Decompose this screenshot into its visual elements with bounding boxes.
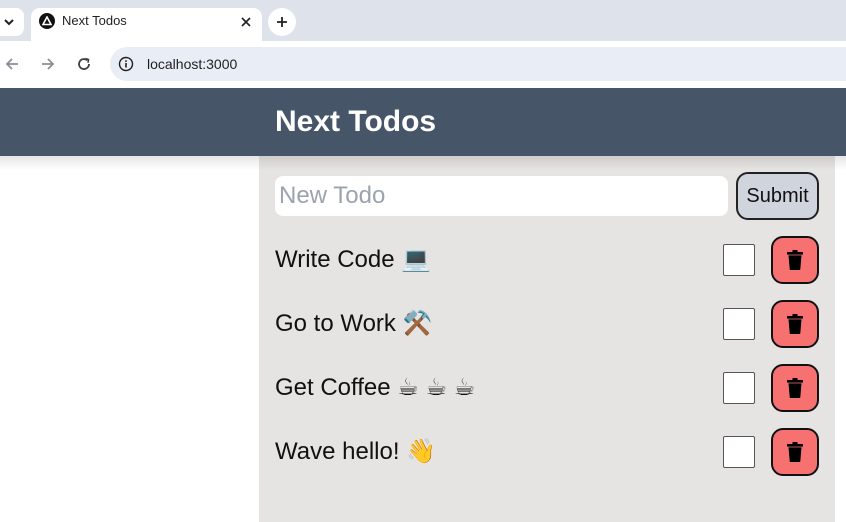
todo-text: Wave hello! 👋 — [275, 438, 437, 465]
trash-icon — [787, 250, 803, 270]
todo-text: Go to Work ⚒️ — [275, 310, 433, 337]
submit-button[interactable]: Submit — [736, 172, 819, 220]
todo-item: Write Code 💻 — [275, 236, 819, 284]
tab-title: Next Todos — [62, 13, 127, 28]
page-title: Next Todos — [275, 105, 437, 138]
arrow-left-icon — [5, 58, 18, 70]
trash-icon — [787, 314, 803, 334]
delete-todo-button[interactable] — [771, 428, 819, 476]
todo-checkbox[interactable] — [723, 308, 755, 340]
todo-text: Get Coffee ☕ ☕ ☕ — [275, 374, 476, 401]
todo-checkbox[interactable] — [723, 436, 755, 468]
reload-icon — [78, 57, 90, 70]
plus-icon — [277, 17, 287, 27]
app-header: Next Todos — [0, 88, 846, 156]
delete-todo-button[interactable] — [771, 300, 819, 348]
todo-item: Get Coffee ☕ ☕ ☕ — [275, 364, 819, 412]
new-todo-input[interactable] — [275, 176, 728, 216]
browser-toolbar: localhost:3000 — [0, 41, 846, 87]
site-info-icon[interactable] — [118, 56, 134, 72]
delete-todo-button[interactable] — [771, 236, 819, 284]
todo-item: Go to Work ⚒️ — [275, 300, 819, 348]
url-text: localhost:3000 — [147, 56, 238, 72]
trash-icon — [787, 442, 803, 462]
close-tab-icon[interactable] — [236, 12, 256, 32]
delete-todo-button[interactable] — [771, 364, 819, 412]
reload-button[interactable] — [72, 52, 96, 76]
nextjs-favicon-icon — [39, 13, 55, 29]
todo-checkbox[interactable] — [723, 244, 755, 276]
trash-icon — [787, 378, 803, 398]
todo-text: Write Code 💻 — [275, 246, 432, 273]
tab-search-button[interactable] — [0, 8, 24, 36]
forward-button[interactable] — [36, 52, 60, 76]
address-bar[interactable]: localhost:3000 — [110, 47, 846, 81]
new-tab-button[interactable] — [268, 8, 296, 36]
browser-tab[interactable]: Next Todos — [31, 8, 262, 41]
todo-item: Wave hello! 👋 — [275, 428, 819, 476]
arrow-right-icon — [42, 58, 55, 70]
todo-checkbox[interactable] — [723, 372, 755, 404]
browser-tabstrip: Next Todos — [0, 0, 846, 41]
back-button[interactable] — [0, 52, 24, 76]
todo-panel: Submit Write Code 💻 Go to Work ⚒️ Get Co… — [259, 156, 835, 522]
chevron-down-icon — [4, 19, 14, 26]
